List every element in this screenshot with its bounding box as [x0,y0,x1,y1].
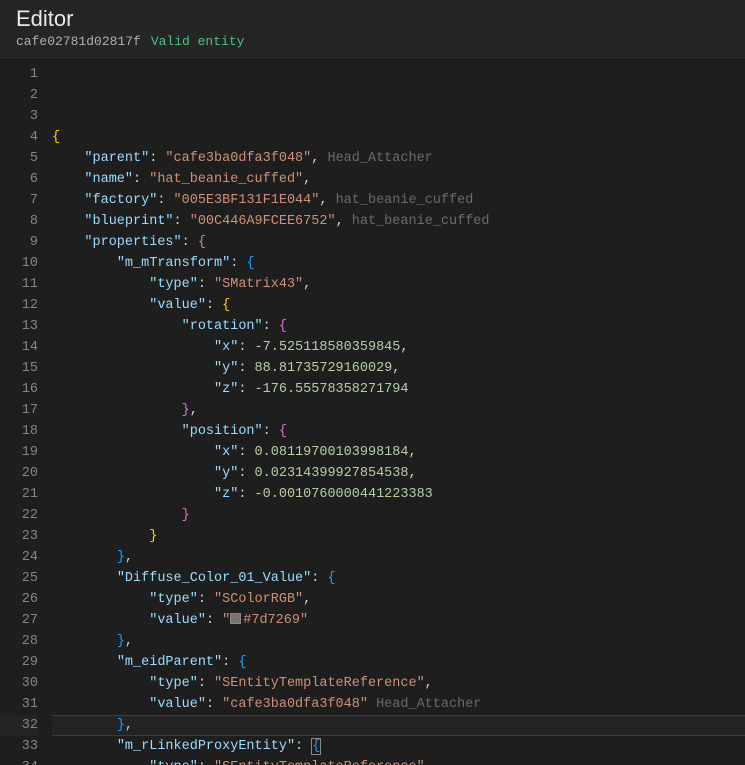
code-area[interactable]: { "parent": "cafe3ba0dfa3f048", Head_Att… [52,60,745,760]
code-line[interactable]: "position": { [52,421,745,442]
code-line[interactable]: "value": "cafe3ba0dfa3f048" Head_Attache… [52,694,745,715]
editor-header: Editor cafe02781d02817f Valid entity [0,0,745,60]
code-line[interactable]: "z": -0.0010760000441223383 [52,484,745,505]
code-line[interactable]: "x": 0.08119700103998184, [52,442,745,463]
code-line[interactable]: "m_mTransform": { [52,253,745,274]
code-line[interactable]: "factory": "005E3BF131F1E044", hat_beani… [52,190,745,211]
code-line[interactable]: "value": { [52,295,745,316]
code-line[interactable]: "m_rLinkedProxyEntity": { [52,736,745,757]
code-editor[interactable]: 1234567891011121314151617181920212223242… [0,60,745,760]
code-line[interactable]: } [52,526,745,547]
sub-header: cafe02781d02817f Valid entity [16,34,729,49]
code-line[interactable]: "z": -176.55578358271794 [52,379,745,400]
code-line[interactable]: "type": "SMatrix43", [52,274,745,295]
valid-entity-label: Valid entity [151,34,245,49]
code-line[interactable]: { [52,127,745,148]
line-number-gutter: 1234567891011121314151617181920212223242… [0,60,52,760]
entity-id: cafe02781d02817f [16,34,141,49]
code-line[interactable]: }, [52,631,745,652]
code-line[interactable]: "parent": "cafe3ba0dfa3f048", Head_Attac… [52,148,745,169]
code-line[interactable]: "rotation": { [52,316,745,337]
code-line[interactable]: "blueprint": "00C446A9FCEE6752", hat_bea… [52,211,745,232]
code-line[interactable]: "properties": { [52,232,745,253]
code-line[interactable]: "Diffuse_Color_01_Value": { [52,568,745,589]
code-line[interactable]: "m_eidParent": { [52,652,745,673]
code-line[interactable]: "name": "hat_beanie_cuffed", [52,169,745,190]
code-line[interactable]: "type": "SColorRGB", [52,589,745,610]
code-line[interactable]: }, [52,400,745,421]
panel-title: Editor [16,6,729,32]
code-line[interactable]: "value": "#7d7269" [52,610,745,631]
code-line[interactable]: } [52,505,745,526]
code-line[interactable]: "type": "SEntityTemplateReference", [52,757,745,765]
code-line[interactable]: "y": 0.02314399927854538, [52,463,745,484]
code-line[interactable]: }, [52,715,745,736]
code-line[interactable]: "x": -7.525118580359845, [52,337,745,358]
code-line[interactable]: "type": "SEntityTemplateReference", [52,673,745,694]
code-line[interactable]: }, [52,547,745,568]
color-swatch [230,613,241,624]
code-line[interactable]: "y": 88.81735729160029, [52,358,745,379]
